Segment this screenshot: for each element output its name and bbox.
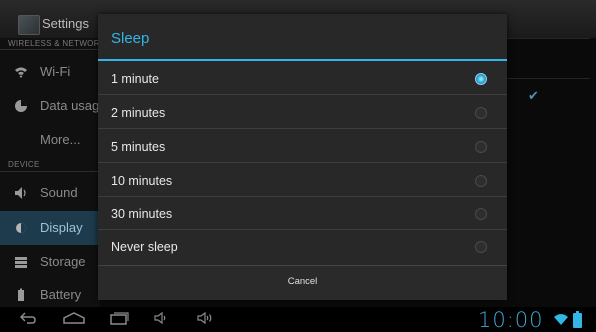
storage-icon <box>14 255 28 269</box>
section-divider <box>0 49 100 50</box>
option-divider <box>98 162 507 163</box>
sleep-dialog: Sleep 1 minute 2 minutes 5 minutes 10 mi… <box>98 14 507 300</box>
volume-up-icon[interactable] <box>196 310 216 329</box>
wifi-signal-icon <box>554 312 568 326</box>
sidebar-item-wifi[interactable]: Wi-Fi <box>0 55 100 89</box>
option-label: 30 minutes <box>111 207 173 221</box>
sidebar-item-label: Sound <box>40 185 78 200</box>
sidebar-item-data-usage[interactable]: Data usage <box>0 89 100 123</box>
sleep-option-2-minutes[interactable]: 2 minutes <box>98 96 507 129</box>
section-divider <box>0 171 100 172</box>
option-divider <box>98 128 507 129</box>
option-label: 10 minutes <box>111 174 173 188</box>
sidebar-item-label: Data usage <box>40 98 100 113</box>
data-usage-icon <box>14 99 28 113</box>
option-label: 2 minutes <box>111 106 166 120</box>
sound-icon <box>14 186 28 200</box>
section-header-wireless: WIRELESS & NETWORKS <box>8 39 98 48</box>
recent-apps-icon[interactable] <box>108 310 130 329</box>
sidebar-item-more[interactable]: More... <box>0 123 100 157</box>
option-label: Never sleep <box>111 240 178 254</box>
checkbox-checked-icon[interactable]: ✔ <box>528 89 540 102</box>
status-clock: 10:00 <box>478 308 544 332</box>
radio-unselected-icon[interactable] <box>475 175 487 187</box>
radio-selected-icon[interactable] <box>475 73 487 85</box>
option-label: 1 minute <box>111 72 159 86</box>
sidebar-item-storage[interactable]: Storage <box>0 245 100 279</box>
sidebar-item-label: Wi-Fi <box>40 64 71 79</box>
sleep-option-1-minute[interactable]: 1 minute <box>98 62 507 95</box>
option-divider <box>98 94 507 95</box>
sleep-option-5-minutes[interactable]: 5 minutes <box>98 130 507 163</box>
dialog-title: Sleep <box>111 30 150 47</box>
battery-status-icon <box>573 311 582 328</box>
section-header-device: DEVICE <box>8 160 40 169</box>
sidebar-item-label: More... <box>40 132 81 147</box>
sleep-option-10-minutes[interactable]: 10 minutes <box>98 164 507 197</box>
radio-unselected-icon[interactable] <box>475 241 487 253</box>
dialog-title-divider <box>98 59 507 61</box>
settings-headers-list: WIRELESS & NETWORKS Wi-Fi Data usage Mor… <box>0 38 100 307</box>
volume-down-icon[interactable] <box>152 310 170 329</box>
settings-app-icon <box>18 15 40 35</box>
app-title: Settings <box>42 16 89 31</box>
system-navigation-bar: 10:00 <box>0 307 596 332</box>
cancel-button-label: Cancel <box>287 276 318 287</box>
sidebar-item-label: Display <box>40 220 83 235</box>
sidebar-item-label: Storage <box>40 254 86 269</box>
radio-unselected-icon[interactable] <box>475 208 487 220</box>
home-icon[interactable] <box>62 310 86 329</box>
sidebar-item-display[interactable]: Display <box>0 211 100 245</box>
sidebar-item-label: Battery <box>40 287 82 302</box>
radio-unselected-icon[interactable] <box>475 107 487 119</box>
divider <box>505 38 590 39</box>
sidebar-item-sound[interactable]: Sound <box>0 176 100 210</box>
wifi-icon <box>14 65 28 79</box>
sleep-option-never-sleep[interactable]: Never sleep <box>98 230 507 263</box>
back-icon[interactable] <box>18 310 38 329</box>
dialog-title-bar: Sleep <box>98 14 507 59</box>
divider <box>505 78 590 79</box>
option-label: 5 minutes <box>111 140 166 154</box>
display-icon <box>14 221 28 235</box>
radio-unselected-icon[interactable] <box>475 141 487 153</box>
sleep-option-30-minutes[interactable]: 30 minutes <box>98 197 507 230</box>
cancel-button[interactable]: Cancel <box>98 265 507 300</box>
battery-icon <box>14 288 28 302</box>
